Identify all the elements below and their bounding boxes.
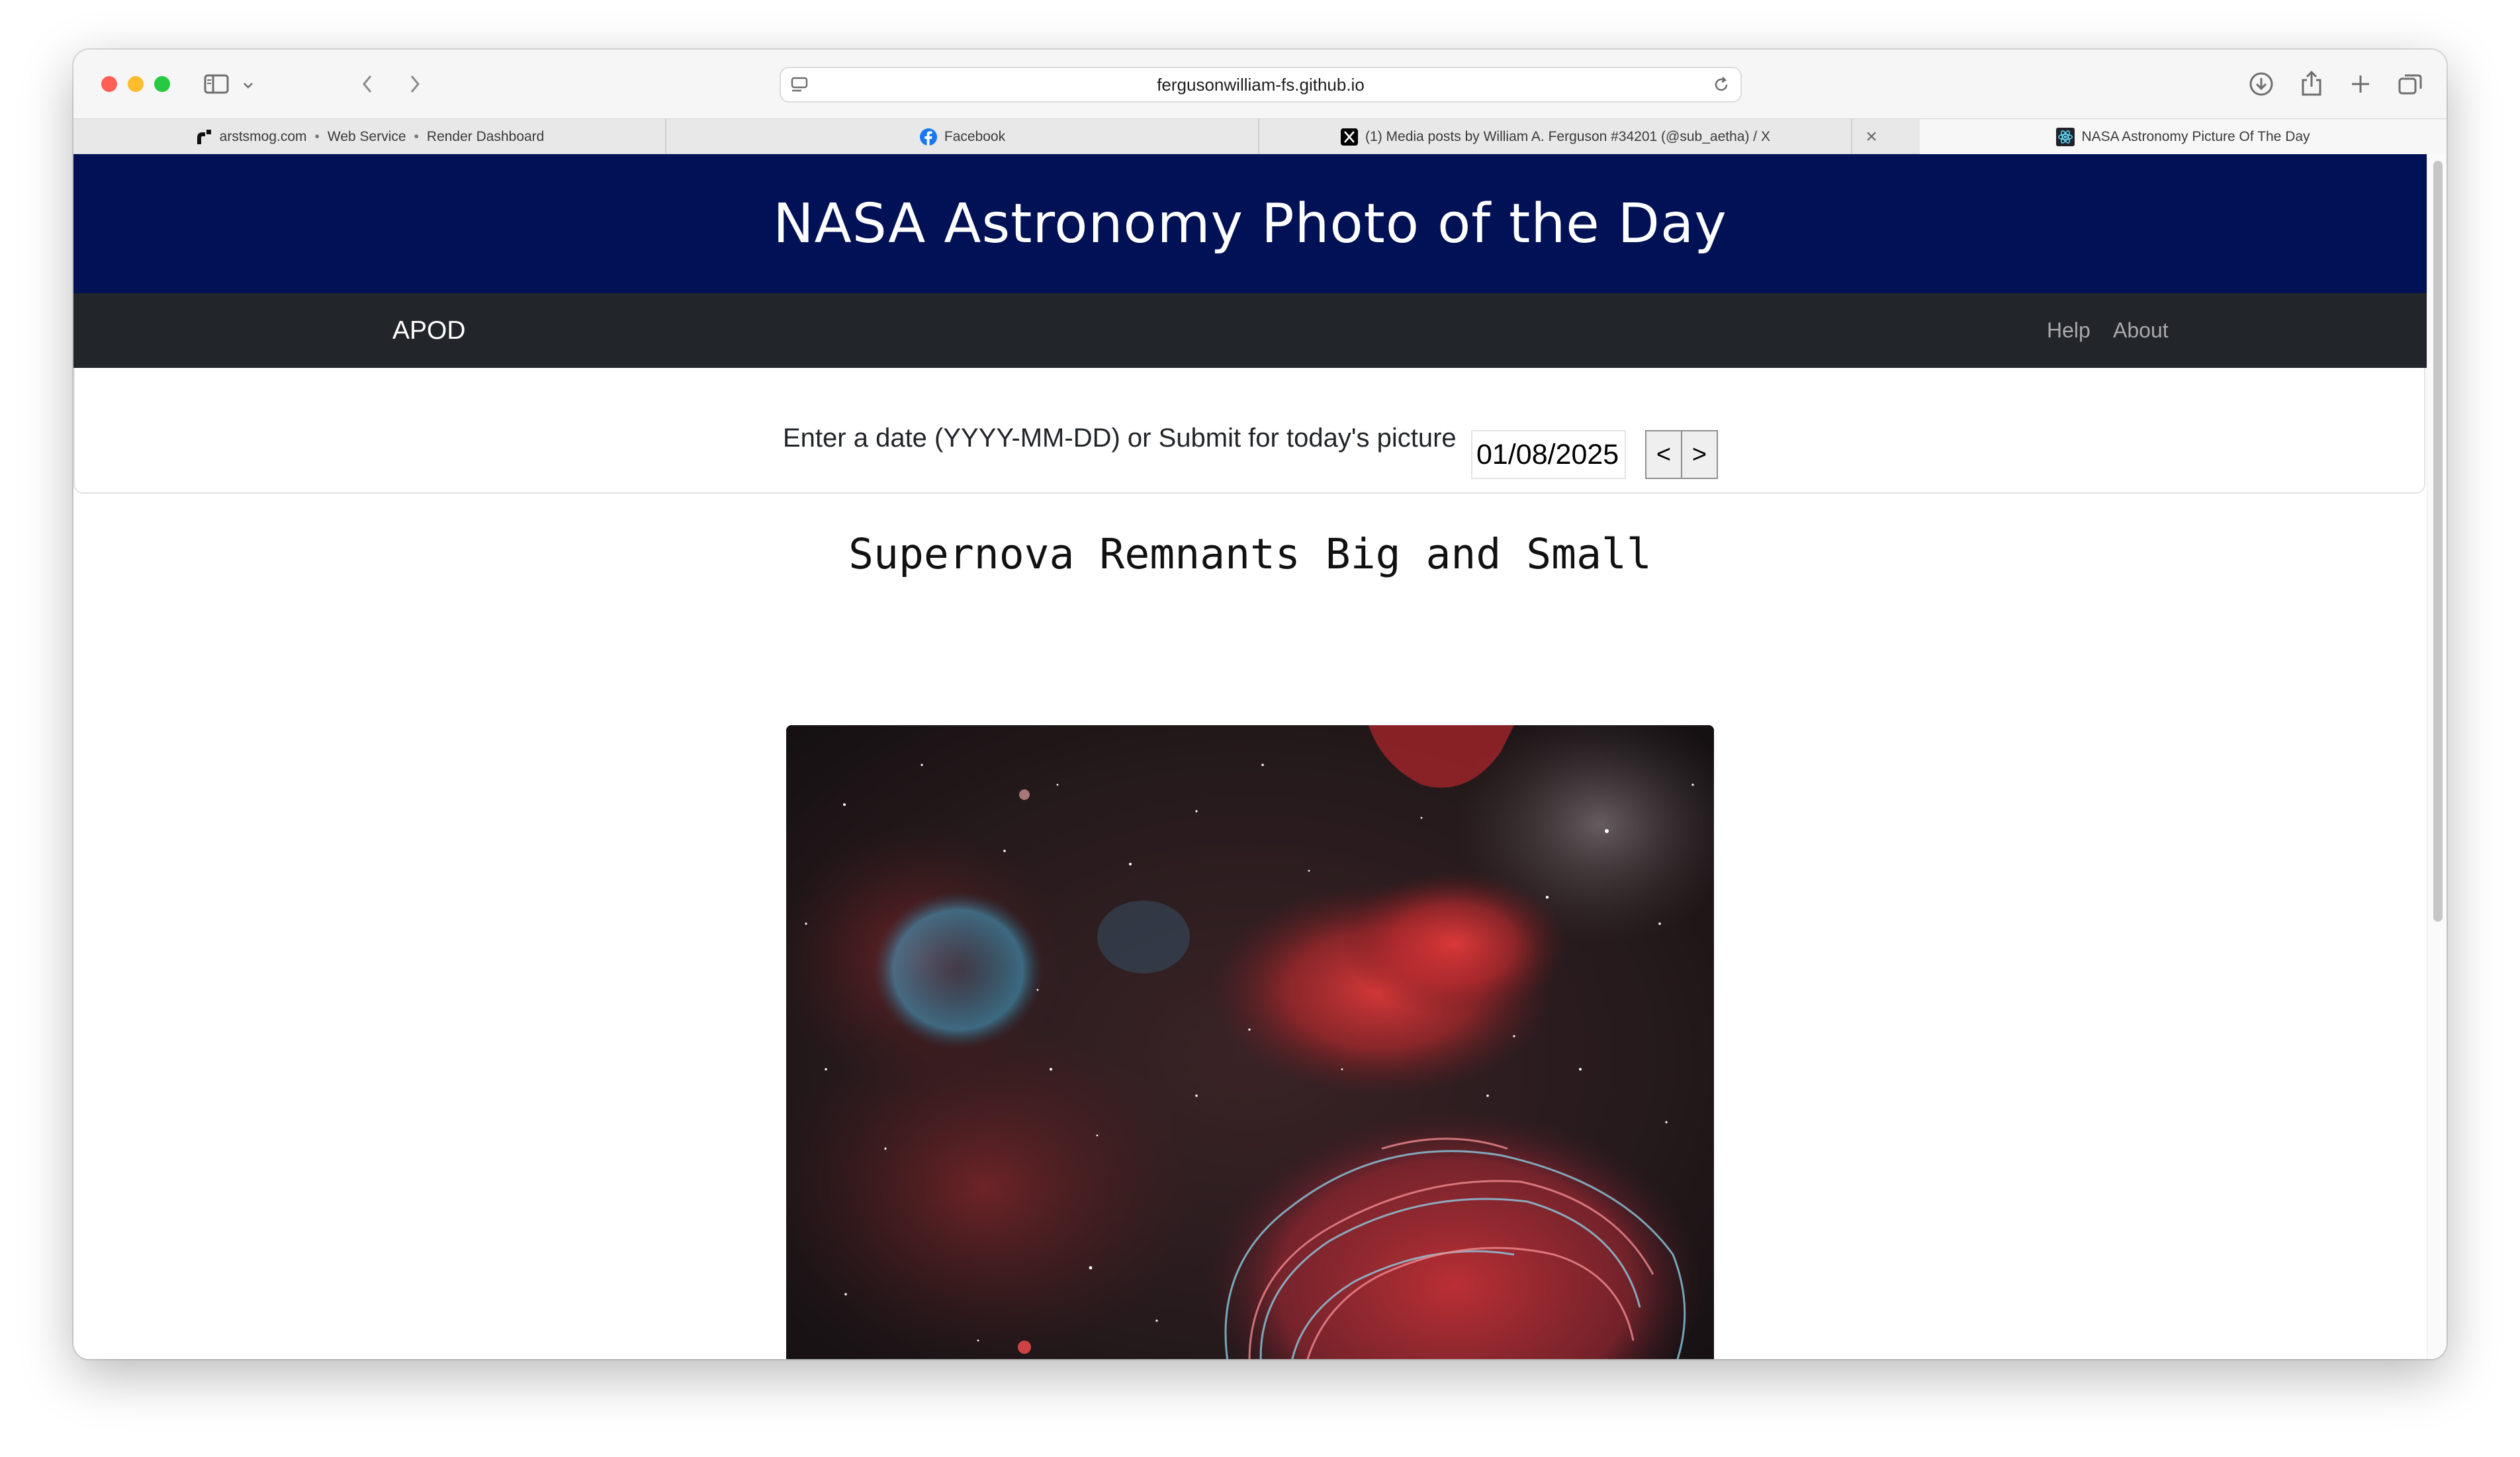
close-tab-icon[interactable]: ×	[1860, 126, 1883, 148]
reload-icon[interactable]	[1711, 74, 1732, 95]
tab-part: arstsmog.com	[219, 129, 307, 144]
share-icon[interactable]	[2298, 69, 2325, 97]
tab-label: NASA Astronomy Picture Of The Day	[2081, 129, 2310, 144]
nav-brand-apod[interactable]: APOD	[392, 293, 466, 368]
zoom-window-button[interactable]	[154, 76, 170, 92]
browser-window: fergusonwilliam-fs.github.io arstsmog.co…	[73, 50, 2447, 1359]
new-tab-icon[interactable]	[2347, 71, 2374, 97]
site-header: NASA Astronomy Photo of the Day	[73, 154, 2427, 293]
nav-link-help[interactable]: Help	[2047, 293, 2091, 368]
tab-overview-icon[interactable]	[2396, 71, 2424, 97]
facebook-icon	[919, 128, 938, 146]
tab-facebook[interactable]: Facebook	[666, 119, 1259, 155]
close-window-button[interactable]	[101, 76, 117, 92]
date-input[interactable]	[1471, 430, 1626, 479]
date-form: Enter a date (YYYY-MM-DD) or Submit for …	[73, 368, 2425, 494]
page-title: NASA Astronomy Photo of the Day	[773, 192, 1727, 255]
apod-image	[786, 725, 1714, 1359]
forward-icon[interactable]	[403, 72, 427, 96]
url-text[interactable]: fergusonwilliam-fs.github.io	[781, 68, 1740, 101]
back-icon[interactable]	[355, 72, 379, 96]
scrollbar-thumb[interactable]	[2433, 161, 2443, 922]
tab-separator: •	[314, 129, 320, 144]
minimize-window-button[interactable]	[128, 76, 144, 92]
tab-bar: arstsmog.com • Web Service • Render Dash…	[73, 118, 2447, 155]
render-icon	[195, 128, 213, 146]
tab-label: (1) Media posts by William A. Ferguson #…	[1365, 129, 1770, 144]
tab-render-dashboard[interactable]: arstsmog.com • Web Service • Render Dash…	[73, 119, 666, 155]
tab-separator: •	[414, 129, 419, 144]
navbar: APOD Help About	[73, 293, 2427, 368]
date-prompt-label: Enter a date (YYYY-MM-DD) or Submit for …	[783, 423, 1457, 453]
page-content: NASA Astronomy Photo of the Day APOD Hel…	[73, 154, 2427, 1359]
previous-day-button[interactable]: <	[1645, 430, 1682, 479]
tab-part: Web Service	[327, 129, 406, 144]
nav-link-about[interactable]: About	[2113, 293, 2169, 368]
downloads-icon[interactable]	[2248, 71, 2274, 97]
chevron-down-icon[interactable]	[242, 79, 255, 92]
browser-toolbar: fergusonwilliam-fs.github.io	[73, 50, 2447, 118]
address-bar[interactable]: fergusonwilliam-fs.github.io	[780, 67, 1742, 103]
x-icon	[1340, 128, 1359, 146]
photo-title: Supernova Remnants Big and Small	[848, 530, 1652, 578]
next-day-button[interactable]: >	[1681, 430, 1718, 479]
tab-x-media-posts[interactable]: (1) Media posts by William A. Ferguson #…	[1259, 119, 1852, 155]
tab-label: Facebook	[944, 129, 1006, 144]
react-icon	[2056, 128, 2075, 146]
tab-part: Render Dashboard	[426, 129, 545, 144]
sidebar-icon[interactable]	[203, 73, 230, 95]
tab-nasa-apod[interactable]: NASA Astronomy Picture Of The Day	[1920, 119, 2447, 155]
